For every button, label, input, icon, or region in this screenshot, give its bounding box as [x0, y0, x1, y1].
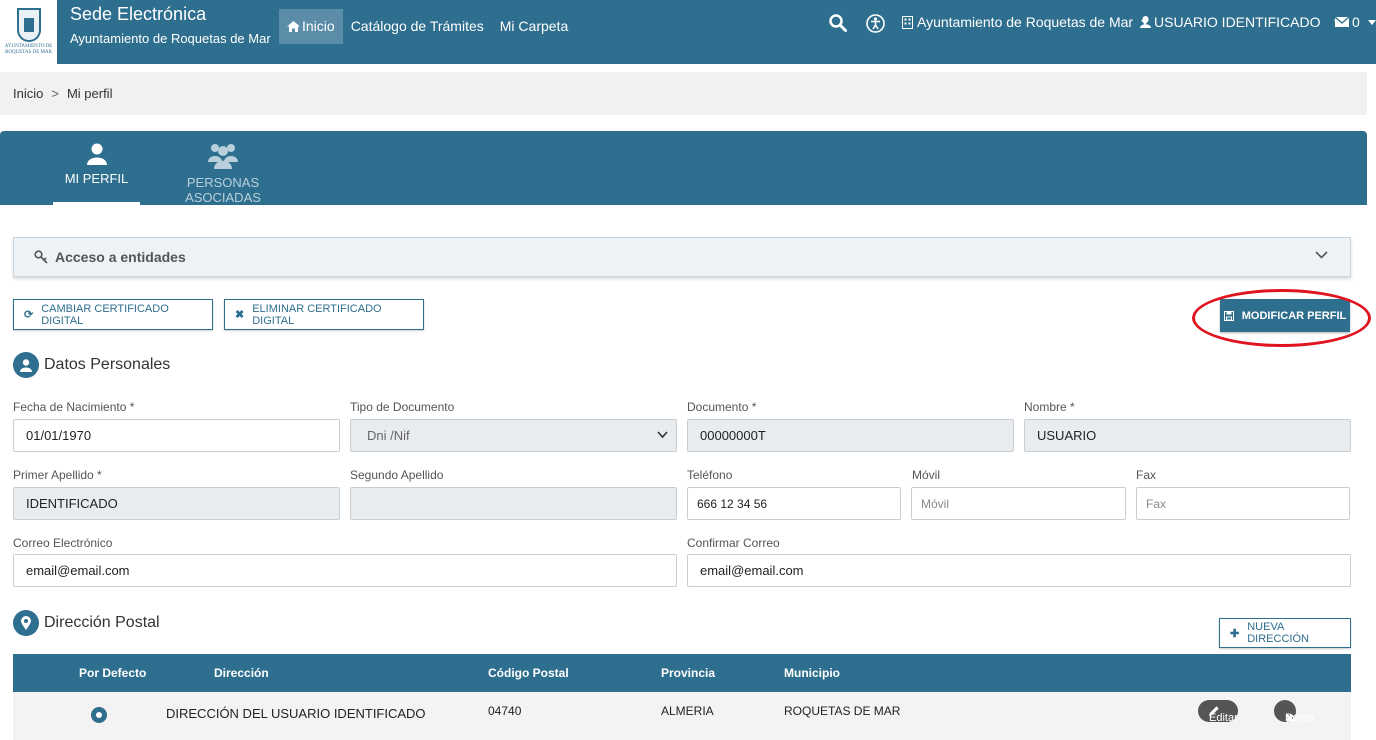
search-icon: [829, 14, 847, 32]
default-address-radio[interactable]: [91, 707, 107, 723]
modify-profile-label: MODIFICAR PERFIL: [1241, 309, 1347, 322]
document-label: Documento *: [687, 400, 757, 414]
new-address-label: NUEVA DIRECCIÓN: [1247, 621, 1309, 645]
section-datos-personales-title: Datos Personales: [44, 356, 171, 373]
breadcrumb: Inicio > Mi perfil: [0, 72, 1367, 115]
section-datos-personales: Datos Personales: [13, 352, 170, 378]
document-input[interactable]: 00000000T: [687, 419, 1014, 452]
accordion-acceso-entidades[interactable]: Acceso a entidades: [13, 237, 1351, 277]
search-button[interactable]: [829, 14, 847, 32]
tab-mi-perfil-label: MI PERFIL: [64, 171, 129, 186]
phone-input[interactable]: 666 12 34 56: [687, 487, 901, 520]
plus-icon: ✚: [1230, 627, 1240, 640]
map-marker-icon: [13, 610, 39, 636]
user-icon: [1140, 16, 1151, 28]
fax-label: Fax: [1136, 468, 1157, 482]
app-subtitle: Ayuntamiento de Roquetas de Mar: [70, 31, 271, 46]
breadcrumb-separator: >: [51, 86, 59, 101]
municipality-cell: ROQUETAS DE MAR: [784, 704, 901, 718]
delete-label: Borrar: [1285, 712, 1316, 724]
mobile-label: Móvil: [912, 468, 941, 482]
accessibility-button[interactable]: [866, 14, 885, 33]
phone-label: Teléfono: [687, 468, 733, 482]
close-icon: ✖: [235, 309, 245, 321]
coat-of-arms-icon: [16, 8, 41, 42]
caret-down-icon: [1367, 19, 1376, 25]
refresh-icon: ⟳: [24, 309, 34, 321]
second-surname-input[interactable]: [350, 487, 677, 520]
column-header: Dirección: [214, 666, 269, 680]
email-input[interactable]: email@email.com: [13, 554, 677, 587]
user-circle-icon: [13, 352, 39, 378]
document-type-select[interactable]: Dni /Nif: [350, 419, 677, 452]
delete-certificate-button[interactable]: ✖ ELIMINAR CERTIFICADO DIGITAL: [224, 299, 424, 330]
column-header: Por Defecto: [79, 666, 147, 680]
main-nav: Inicio Catálogo de Trámites Mi Carpeta: [279, 9, 576, 44]
modify-profile-button[interactable]: MODIFICAR PERFIL: [1220, 299, 1350, 332]
entity-label: Ayuntamiento de Roquetas de Mar: [917, 14, 1134, 30]
first-surname-input[interactable]: IDENTIFICADO: [13, 487, 340, 520]
second-surname-label: Segundo Apellido: [350, 468, 444, 482]
name-label: Nombre *: [1024, 400, 1075, 414]
home-icon: [287, 21, 300, 32]
name-input[interactable]: USUARIO: [1024, 419, 1351, 452]
mail-dropdown[interactable]: 0: [1335, 14, 1376, 30]
email-label: Correo Electrónico: [13, 536, 113, 550]
nav-inicio-label: Inicio: [302, 18, 335, 34]
nav-inicio[interactable]: Inicio: [279, 9, 343, 44]
entity-dropdown[interactable]: Ayuntamiento de Roquetas de Mar: [902, 14, 1150, 30]
tab-personas-asociadas[interactable]: PERSONAS ASOCIADAS: [150, 131, 296, 205]
section-direccion-postal: Dirección Postal: [13, 610, 160, 636]
save-icon: [1223, 310, 1234, 321]
chevron-down-icon: [1315, 251, 1328, 259]
logo-text: AYUNTAMIENTO DE ROQUETAS DE MAR: [4, 44, 53, 55]
first-surname-label: Primer Apellido *: [13, 468, 102, 482]
tab-mi-perfil[interactable]: MI PERFIL: [53, 131, 140, 205]
accessibility-icon: [866, 14, 885, 33]
column-header: Provincia: [661, 666, 716, 680]
user-icon: [86, 143, 107, 165]
users-icon: [208, 144, 238, 169]
change-certificate-label: CAMBIAR CERTIFICADO DIGITAL: [41, 302, 169, 327]
profile-tabs: MI PERFIL PERSONAS ASOCIADAS: [0, 131, 1367, 205]
postal-code-cell: 04740: [488, 704, 522, 718]
change-certificate-button[interactable]: ⟳ CAMBIAR CERTIFICADO DIGITAL: [13, 299, 213, 330]
fax-input[interactable]: Fax: [1136, 487, 1350, 520]
key-icon: [34, 250, 48, 264]
column-header: Código Postal: [488, 666, 569, 680]
mobile-input[interactable]: Móvil: [911, 487, 1126, 520]
document-type-value: Dni /Nif: [367, 428, 410, 443]
app-title: Sede Electrónica: [70, 4, 207, 24]
chevron-down-icon: [657, 431, 668, 439]
municipality-logo[interactable]: AYUNTAMIENTO DE ROQUETAS DE MAR: [0, 0, 57, 64]
new-address-button[interactable]: ✚ NUEVA DIRECCIÓN: [1219, 618, 1351, 648]
address-table-header: Por Defecto Dirección Código Postal Prov…: [13, 654, 1351, 692]
document-type-label: Tipo de Documento: [350, 400, 455, 414]
nav-mi-carpeta[interactable]: Mi Carpeta: [492, 9, 576, 44]
edit-button[interactable]: Editar: [1198, 700, 1238, 724]
nav-catalogo[interactable]: Catálogo de Trámites: [343, 9, 492, 44]
email-confirm-input[interactable]: email@email.com: [687, 554, 1351, 587]
edit-label: Editar: [1209, 712, 1238, 724]
building-icon: [902, 15, 913, 29]
user-dropdown[interactable]: USUARIO IDENTIFICADO: [1140, 14, 1343, 30]
column-header: Municipio: [784, 666, 840, 680]
province-cell: ALMERIA: [661, 704, 714, 718]
birth-date-input[interactable]: 01/01/1970: [13, 419, 340, 452]
breadcrumb-current: Mi perfil: [66, 86, 113, 101]
top-bar: AYUNTAMIENTO DE ROQUETAS DE MAR Sede Ele…: [0, 0, 1376, 64]
email-confirm-label: Confirmar Correo: [687, 536, 780, 550]
section-direccion-postal-title: Dirección Postal: [44, 614, 160, 631]
delete-button[interactable]: ✖ Borrar: [1274, 700, 1316, 725]
address-cell: DIRECCIÓN DEL USUARIO IDENTIFICADO: [166, 706, 426, 721]
tab-personas-asociadas-label: PERSONAS ASOCIADAS: [185, 175, 261, 205]
delete-certificate-label: ELIMINAR CERTIFICADO DIGITAL: [252, 302, 382, 327]
breadcrumb-home[interactable]: Inicio: [13, 86, 43, 101]
user-label: USUARIO IDENTIFICADO: [1154, 14, 1321, 30]
accordion-label: Acceso a entidades: [55, 249, 186, 265]
table-row: DIRECCIÓN DEL USUARIO IDENTIFICADO 04740…: [13, 692, 1351, 740]
envelope-icon: [1335, 17, 1349, 27]
birth-date-label: Fecha de Nacimiento *: [13, 400, 135, 414]
mail-count: 0: [1352, 14, 1360, 30]
